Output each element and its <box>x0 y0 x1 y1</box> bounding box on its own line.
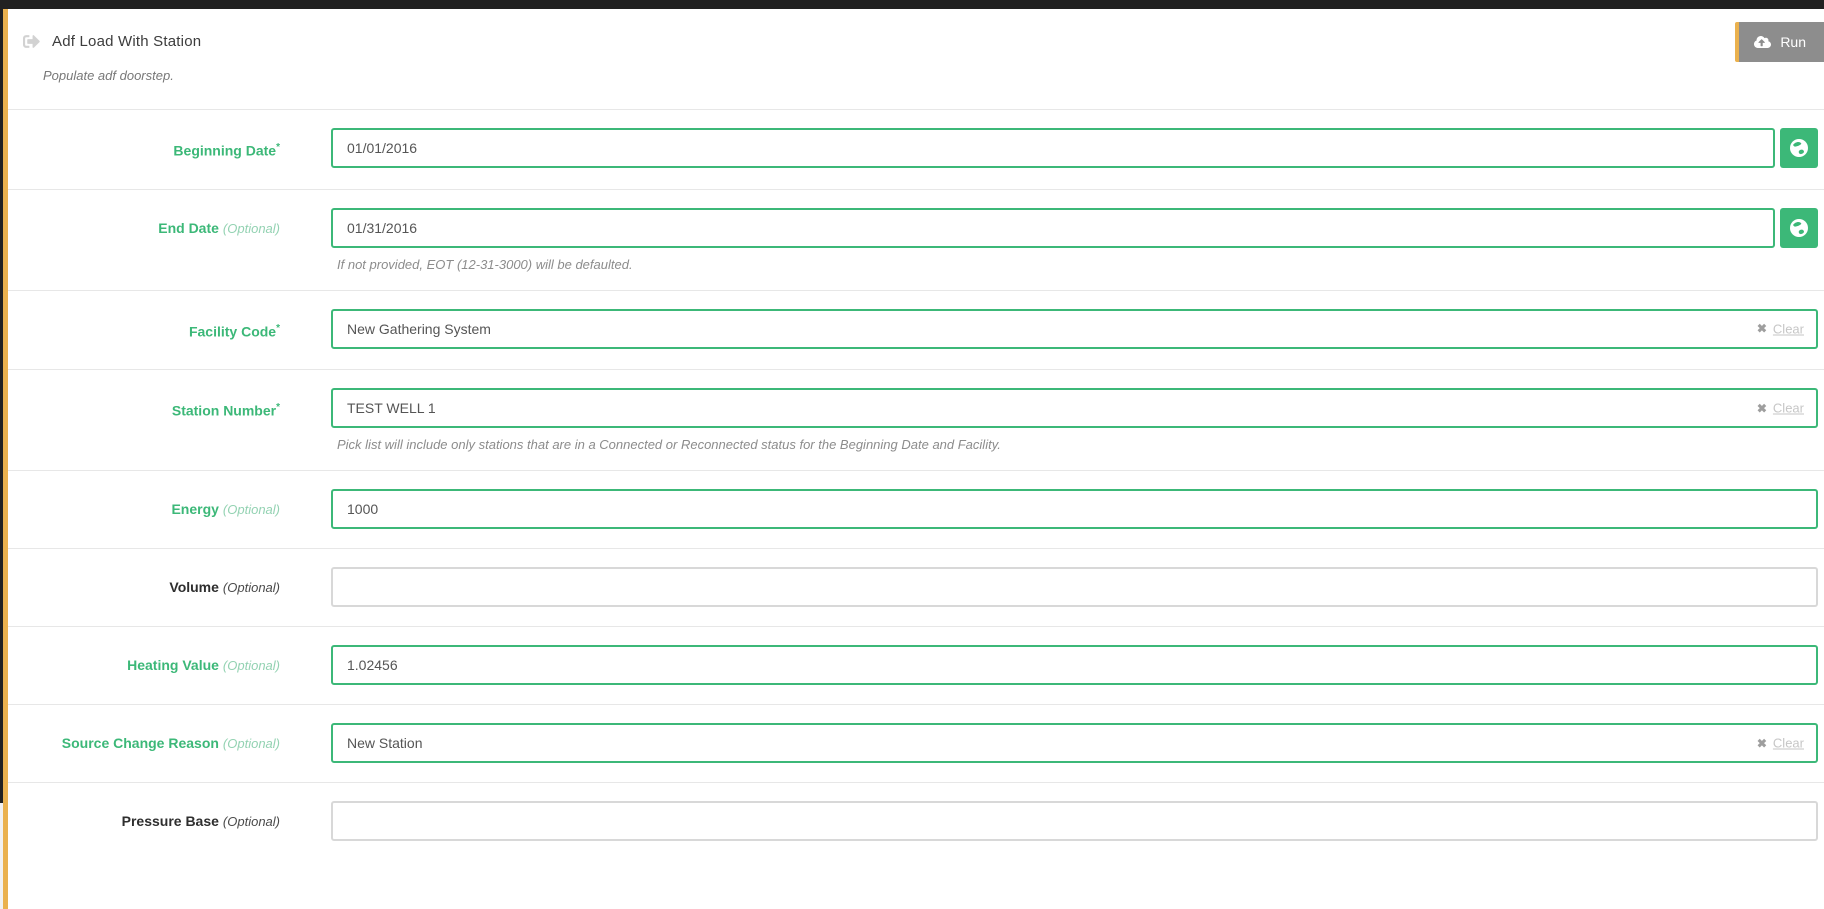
pressure-base-input[interactable] <box>331 801 1818 841</box>
required-asterisk: * <box>276 142 280 153</box>
beginning-date-label: Beginning Date* <box>8 128 280 171</box>
form-row-pressure-base: Pressure Base (Optional) <box>8 782 1824 860</box>
volume-label: Volume (Optional) <box>8 567 280 608</box>
optional-tag: (Optional) <box>223 658 280 673</box>
heating-value-label: Heating Value (Optional) <box>8 645 280 686</box>
form-row-heating-value: Heating Value (Optional) <box>8 626 1824 704</box>
optional-tag: (Optional) <box>223 814 280 829</box>
clear-x-icon: ✖ <box>1757 736 1767 750</box>
beginning-date-input[interactable] <box>331 128 1775 168</box>
required-asterisk: * <box>276 323 280 334</box>
date-picker-button[interactable] <box>1780 128 1818 168</box>
clear-link-label: Clear <box>1773 736 1804 751</box>
form-row-volume: Volume (Optional) <box>8 548 1824 626</box>
optional-tag: (Optional) <box>223 502 280 517</box>
page-title: Adf Load With Station <box>52 33 201 50</box>
globe-icon <box>1789 218 1809 238</box>
field-label-text: Source Change Reason <box>62 735 219 751</box>
page-subtitle: Populate adf doorstep. <box>43 68 1824 83</box>
clear-x-icon: ✖ <box>1757 401 1767 415</box>
clear-x-icon: ✖ <box>1757 322 1767 336</box>
heating-value-input[interactable] <box>331 645 1818 685</box>
cloud-upload-icon <box>1754 35 1771 49</box>
clear-link[interactable]: ✖ Clear <box>1757 736 1804 751</box>
field-label-text: Station Number <box>172 403 276 419</box>
optional-tag: (Optional) <box>223 580 280 595</box>
clear-link-label: Clear <box>1773 321 1804 336</box>
window-top-edge <box>0 0 1824 9</box>
task-panel: Run Adf Load With Station Populate adf d… <box>3 9 1824 909</box>
run-button[interactable]: Run <box>1735 22 1824 62</box>
form-row-station-number: Station Number* ✖ Clear Pick list will i… <box>8 369 1824 470</box>
field-label-text: Pressure Base <box>122 813 219 829</box>
form-row-end-date: End Date (Optional) If not provided, EOT … <box>8 189 1824 290</box>
field-helper-text: Pick list will include only stations tha… <box>337 437 1818 452</box>
field-label-text: Beginning Date <box>173 143 276 159</box>
pressure-base-label: Pressure Base (Optional) <box>8 801 280 842</box>
energy-input[interactable] <box>331 489 1818 529</box>
facility-code-input[interactable] <box>331 309 1818 349</box>
station-number-label: Station Number* <box>8 388 280 431</box>
end-date-input[interactable] <box>331 208 1775 248</box>
field-label-text: Energy <box>171 501 218 517</box>
station-number-input[interactable] <box>331 388 1818 428</box>
field-label-text: Facility Code <box>189 323 276 339</box>
form-row-facility-code: Facility Code* ✖ Clear <box>8 290 1824 370</box>
field-helper-text: If not provided, EOT (12-31-3000) will b… <box>337 257 1818 272</box>
sign-out-icon <box>23 33 40 50</box>
clear-link-label: Clear <box>1773 401 1804 416</box>
panel-header: Adf Load With Station Populate adf doors… <box>8 9 1824 109</box>
form-row-source-change-reason: Source Change Reason (Optional) ✖ Clear <box>8 704 1824 782</box>
optional-tag: (Optional) <box>223 221 280 236</box>
run-button-label: Run <box>1780 34 1806 50</box>
required-asterisk: * <box>276 402 280 413</box>
facility-code-label: Facility Code* <box>8 309 280 352</box>
volume-input[interactable] <box>331 567 1818 607</box>
field-label-text: Volume <box>169 579 219 595</box>
window-left-edge <box>0 0 3 803</box>
energy-label: Energy (Optional) <box>8 489 280 530</box>
source-change-reason-label: Source Change Reason (Optional) <box>8 723 280 764</box>
form-row-energy: Energy (Optional) <box>8 470 1824 548</box>
globe-icon <box>1789 138 1809 158</box>
field-label-text: End Date <box>158 220 219 236</box>
clear-link[interactable]: ✖ Clear <box>1757 401 1804 416</box>
date-picker-button[interactable] <box>1780 208 1818 248</box>
optional-tag: (Optional) <box>223 736 280 751</box>
clear-link[interactable]: ✖ Clear <box>1757 321 1804 336</box>
end-date-label: End Date (Optional) <box>8 208 280 249</box>
source-change-reason-input[interactable] <box>331 723 1818 763</box>
field-label-text: Heating Value <box>127 657 219 673</box>
form-row-beginning-date: Beginning Date* <box>8 109 1824 189</box>
